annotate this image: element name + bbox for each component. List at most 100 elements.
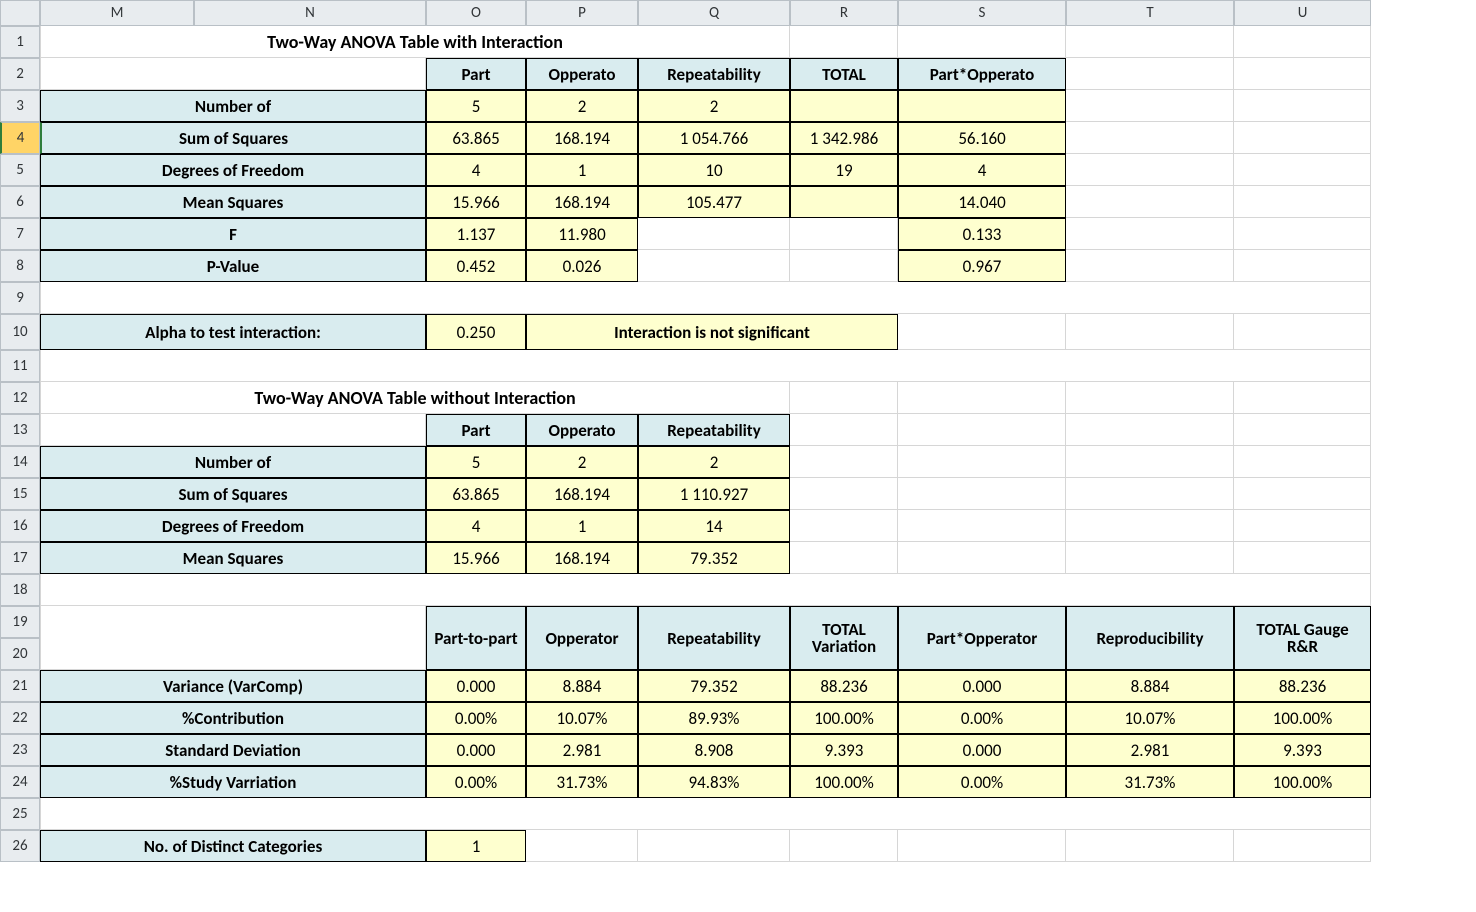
- row-header-3[interactable]: 3: [0, 90, 40, 122]
- row-header-9[interactable]: 9: [0, 282, 40, 314]
- row-header-5[interactable]: 5: [0, 154, 40, 186]
- row-header-2[interactable]: 2: [0, 58, 40, 90]
- cell-blank[interactable]: [40, 350, 1371, 382]
- cell-blank[interactable]: [526, 830, 638, 862]
- cell-blank[interactable]: [1234, 218, 1371, 250]
- cell-blank[interactable]: [790, 218, 898, 250]
- cell-blank[interactable]: [1234, 382, 1371, 414]
- row-header-7[interactable]: 7: [0, 218, 40, 250]
- cell-blank[interactable]: [790, 414, 898, 446]
- row-header-14[interactable]: 14: [0, 446, 40, 478]
- row-header-18[interactable]: 18: [0, 574, 40, 606]
- cell-blank[interactable]: [1066, 478, 1234, 510]
- column-header-P[interactable]: P: [526, 0, 638, 26]
- cell-blank[interactable]: [1066, 250, 1234, 282]
- row-header-13[interactable]: 13: [0, 414, 40, 446]
- cell-blank[interactable]: [790, 542, 898, 574]
- cell-blank[interactable]: [40, 282, 1371, 314]
- row-header-26[interactable]: 26: [0, 830, 40, 862]
- cell-blank[interactable]: [790, 26, 898, 58]
- row-header-12[interactable]: 12: [0, 382, 40, 414]
- cell-blank[interactable]: [898, 478, 1066, 510]
- row-header-19[interactable]: 19: [0, 606, 40, 638]
- cell-blank[interactable]: [898, 382, 1066, 414]
- cell-blank[interactable]: [790, 830, 898, 862]
- cell-blank[interactable]: [1234, 90, 1371, 122]
- cell-blank[interactable]: [790, 478, 898, 510]
- row-header-1[interactable]: 1: [0, 26, 40, 58]
- cell-blank[interactable]: [1066, 414, 1234, 446]
- row-header-11[interactable]: 11: [0, 350, 40, 382]
- column-header-Q[interactable]: Q: [638, 0, 790, 26]
- cell-blank[interactable]: [1234, 414, 1371, 446]
- cell-blank[interactable]: [1066, 382, 1234, 414]
- val-p-part: 0.452: [426, 250, 526, 282]
- row-header-4[interactable]: 4: [0, 122, 40, 154]
- cell-blank[interactable]: [1066, 26, 1234, 58]
- column-header-O[interactable]: O: [426, 0, 526, 26]
- row-header-23[interactable]: 23: [0, 734, 40, 766]
- row-header-22[interactable]: 22: [0, 702, 40, 734]
- row-header-8[interactable]: 8: [0, 250, 40, 282]
- cell-blank[interactable]: [1234, 510, 1371, 542]
- cell-blank[interactable]: [40, 58, 426, 90]
- cell-blank[interactable]: [1066, 446, 1234, 478]
- column-header-N[interactable]: N: [194, 0, 426, 26]
- cell-blank[interactable]: [898, 314, 1066, 350]
- cell-blank[interactable]: [898, 510, 1066, 542]
- cell-blank[interactable]: [1234, 314, 1371, 350]
- cell-blank[interactable]: [40, 798, 1371, 830]
- cell-blank[interactable]: [1066, 218, 1234, 250]
- cell-blank[interactable]: [1234, 446, 1371, 478]
- cell-blank[interactable]: [40, 574, 1371, 606]
- cell-blank[interactable]: [1234, 250, 1371, 282]
- column-header-R[interactable]: R: [790, 0, 898, 26]
- cell-blank[interactable]: [898, 446, 1066, 478]
- cell-blank[interactable]: [1066, 510, 1234, 542]
- cell-blank[interactable]: [898, 542, 1066, 574]
- row-header-15[interactable]: 15: [0, 478, 40, 510]
- row-header-6[interactable]: 6: [0, 186, 40, 218]
- cell-blank[interactable]: [790, 446, 898, 478]
- cell-blank[interactable]: [1066, 58, 1234, 90]
- row-header-25[interactable]: 25: [0, 798, 40, 830]
- cell-blank[interactable]: [1234, 830, 1371, 862]
- column-header-T[interactable]: T: [1066, 0, 1234, 26]
- cell-blank[interactable]: [790, 250, 898, 282]
- cell-blank[interactable]: [1234, 58, 1371, 90]
- cell-blank[interactable]: [898, 830, 1066, 862]
- row-header-10[interactable]: 10: [0, 314, 40, 350]
- select-all-corner[interactable]: [0, 0, 40, 26]
- cell-blank[interactable]: [638, 218, 790, 250]
- spreadsheet-grid[interactable]: M N O P Q R S T U 1 Two-Way ANOVA Table …: [0, 0, 1476, 862]
- row-header-20[interactable]: 20: [0, 638, 40, 670]
- cell-blank[interactable]: [40, 606, 426, 670]
- row-header-17[interactable]: 17: [0, 542, 40, 574]
- cell-blank[interactable]: [898, 26, 1066, 58]
- cell-blank[interactable]: [638, 250, 790, 282]
- cell-blank[interactable]: [1234, 122, 1371, 154]
- row-header-21[interactable]: 21: [0, 670, 40, 702]
- row-header-24[interactable]: 24: [0, 766, 40, 798]
- cell-blank[interactable]: [1066, 154, 1234, 186]
- cell-blank[interactable]: [40, 414, 426, 446]
- cell-blank[interactable]: [1066, 122, 1234, 154]
- column-header-S[interactable]: S: [898, 0, 1066, 26]
- cell-blank[interactable]: [1066, 90, 1234, 122]
- cell-blank[interactable]: [1066, 186, 1234, 218]
- cell-blank[interactable]: [1234, 186, 1371, 218]
- cell-blank[interactable]: [1066, 830, 1234, 862]
- cell-blank[interactable]: [790, 510, 898, 542]
- cell-blank[interactable]: [638, 830, 790, 862]
- column-header-U[interactable]: U: [1234, 0, 1371, 26]
- cell-blank[interactable]: [898, 414, 1066, 446]
- cell-blank[interactable]: [1234, 478, 1371, 510]
- cell-blank[interactable]: [1066, 314, 1234, 350]
- row-header-16[interactable]: 16: [0, 510, 40, 542]
- cell-blank[interactable]: [1234, 26, 1371, 58]
- column-header-M[interactable]: M: [40, 0, 194, 26]
- cell-blank[interactable]: [1066, 542, 1234, 574]
- cell-blank[interactable]: [1234, 542, 1371, 574]
- cell-blank[interactable]: [790, 382, 898, 414]
- cell-blank[interactable]: [1234, 154, 1371, 186]
